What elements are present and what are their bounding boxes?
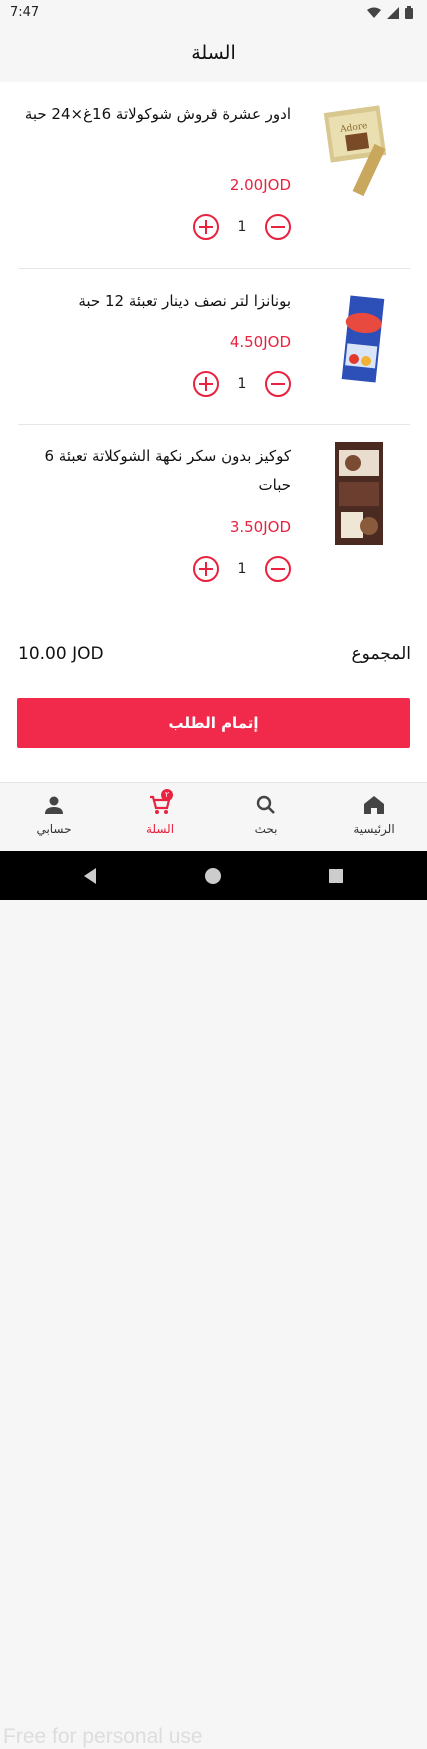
checkout-button[interactable]: إتمام الطلب [17, 698, 410, 748]
product-name: ادور عشرة قروش شوكولاتة 16غ×24 حبة [24, 105, 291, 123]
decrease-quantity-button[interactable] [265, 214, 291, 240]
nav-cart[interactable]: ٢ السلة [120, 789, 200, 836]
signal-icon [387, 6, 399, 19]
increase-quantity-button[interactable] [193, 214, 219, 240]
increase-quantity-button[interactable] [193, 371, 219, 397]
nav-account-label: حسابي [36, 822, 72, 836]
person-icon [45, 796, 63, 814]
nav-home-label: الرئيسية [353, 822, 395, 836]
bottom-navigation: الرئيسية بحث ٢ السلة حسابي [0, 782, 427, 852]
plus-icon [199, 220, 213, 234]
decrease-quantity-button[interactable] [265, 556, 291, 582]
product-price: 2.00JOD [229, 176, 291, 194]
total-label: المجموع [351, 644, 411, 664]
quantity-value: 1 [237, 561, 247, 577]
quantity-value: 1 [237, 376, 247, 392]
plus-icon [199, 377, 213, 391]
product-price: 4.50JOD [229, 333, 291, 351]
search-icon [256, 795, 275, 814]
decrease-quantity-button[interactable] [265, 371, 291, 397]
quantity-stepper: 1 [193, 556, 291, 586]
plus-icon [199, 562, 213, 576]
product-image: Adore [307, 100, 410, 203]
nav-home[interactable]: الرئيسية [334, 795, 414, 836]
quantity-value: 1 [237, 219, 247, 235]
product-image [307, 442, 410, 545]
increase-quantity-button[interactable] [193, 556, 219, 582]
divider [18, 268, 410, 269]
product-name: كوكيز بدون سكر نكهة الشوكلاتة تعبئة 6 حب… [44, 447, 291, 494]
battery-icon [405, 6, 413, 19]
nav-account[interactable]: حسابي [14, 795, 94, 836]
watermark-text: Free for personal use [3, 1725, 203, 1748]
product-name: بونانزا لتر نصف دينار تعبئة 12 حبة [78, 292, 291, 310]
total-value: 10.00 JOD [18, 644, 104, 664]
divider [18, 424, 410, 425]
product-price: 3.50JOD [229, 518, 291, 536]
home-circle-icon[interactable] [204, 867, 222, 885]
status-bar: 7:47 [0, 0, 427, 26]
quantity-stepper: 1 [193, 214, 291, 244]
nav-cart-label: السلة [145, 822, 175, 836]
minus-icon [271, 383, 285, 385]
status-icons [367, 6, 413, 19]
minus-icon [271, 226, 285, 228]
total-row: 10.00 JOD المجموع [0, 642, 427, 672]
status-time: 7:47 [10, 5, 40, 20]
recents-icon[interactable] [328, 868, 344, 884]
nav-search-label: بحث [254, 822, 278, 836]
page-title: السلة [191, 42, 236, 64]
cart-content: Adore ادور عشرة قروش شوكولاتة 16غ×24 حبة… [0, 82, 427, 782]
quantity-stepper: 1 [193, 371, 291, 401]
back-icon[interactable] [82, 867, 98, 885]
app-bar: السلة [0, 26, 427, 82]
product-image [307, 287, 410, 390]
system-navigation-bar: Free for personal use [0, 851, 427, 1748]
nav-search[interactable]: بحث [226, 795, 306, 836]
wifi-icon [367, 7, 381, 18]
cart-badge: ٢ [161, 789, 173, 801]
minus-icon [271, 568, 285, 570]
home-icon [364, 796, 384, 814]
